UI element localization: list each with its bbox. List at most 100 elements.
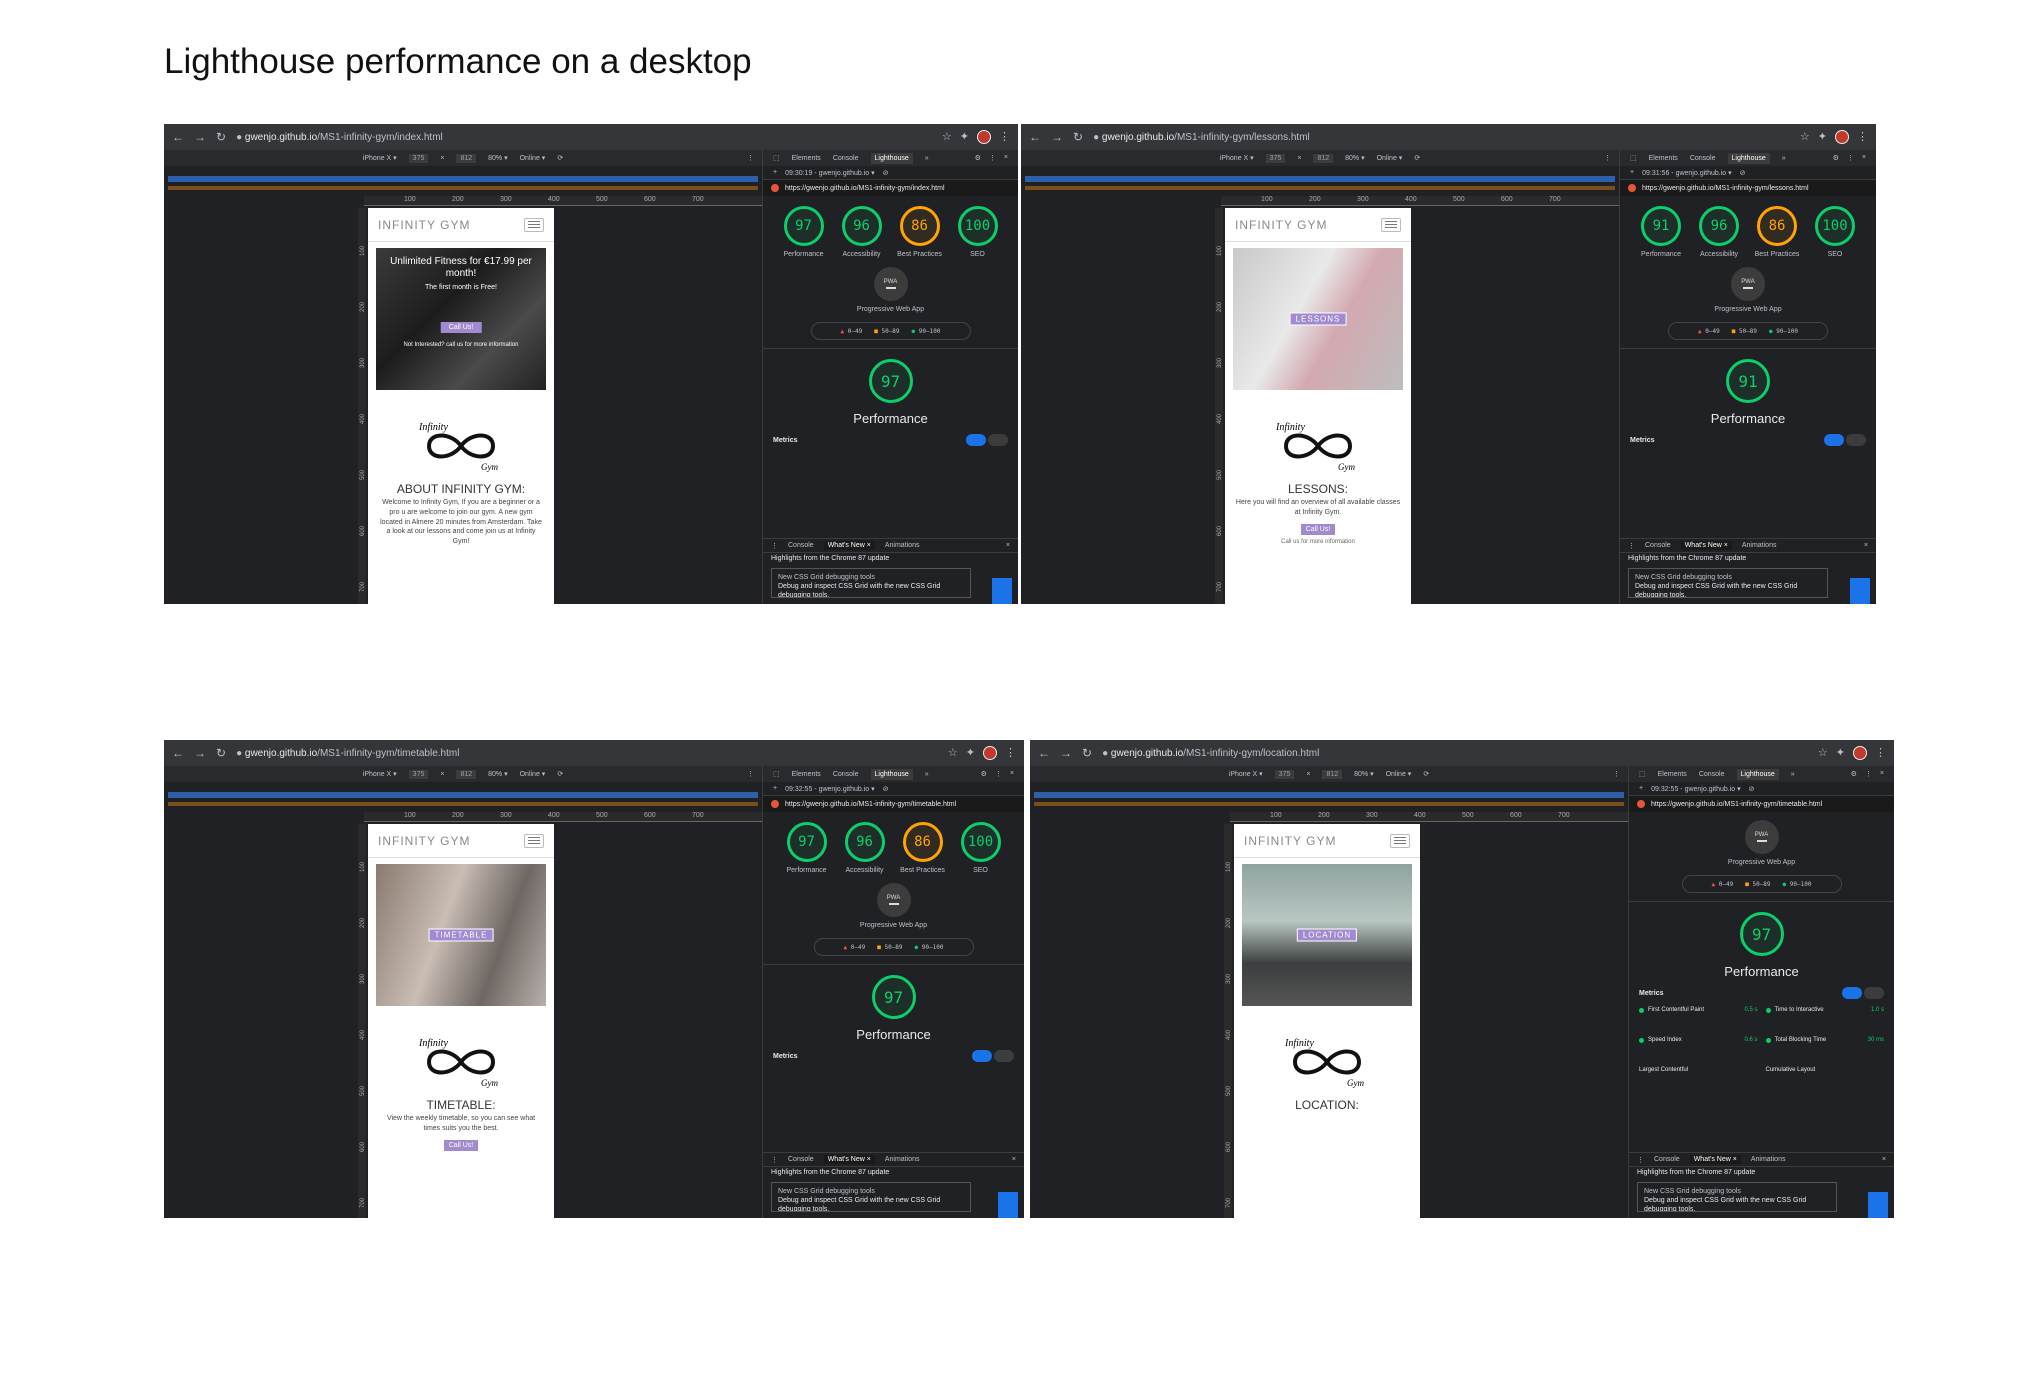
media-query-max-width[interactable] [1034, 792, 1624, 798]
gear-icon[interactable]: ⚙ [1851, 770, 1857, 778]
drawer-tab-console[interactable]: Console [1654, 1156, 1680, 1163]
width-input[interactable]: 375 [1274, 769, 1295, 779]
avatar[interactable] [1835, 130, 1849, 144]
feature-card[interactable]: New CSS Grid debugging tools Debug and in… [1628, 568, 1828, 598]
puzzle-icon[interactable]: ✦ [966, 746, 975, 760]
call-us-button[interactable]: Call Us! [1301, 523, 1335, 535]
drawer-tab-whats-new[interactable]: What's New × [1680, 541, 1732, 550]
feature-card[interactable]: New CSS Grid debugging tools Debug and in… [1637, 1182, 1837, 1212]
toggle-list-icon[interactable] [972, 1050, 992, 1063]
more-icon[interactable]: ⋮ [747, 770, 754, 778]
network-select[interactable]: Online ▾ [1377, 154, 1403, 162]
media-query-min-width[interactable] [168, 802, 758, 806]
tab-lighthouse[interactable]: Lighthouse [1727, 152, 1770, 164]
toggle-list-icon[interactable] [1824, 434, 1844, 447]
forward-icon[interactable]: → [194, 746, 206, 760]
tab-elements[interactable]: Elements [1649, 155, 1678, 162]
close-icon[interactable]: × [1010, 770, 1014, 778]
rotate-icon[interactable]: ⟳ [557, 154, 563, 162]
back-icon[interactable]: ← [172, 746, 184, 760]
network-select[interactable]: Online ▾ [520, 770, 546, 778]
clear-icon[interactable]: ⊘ [883, 169, 889, 177]
height-input[interactable]: 812 [1322, 769, 1343, 779]
toggle-detail-icon[interactable] [1864, 987, 1884, 1000]
rotate-icon[interactable]: ⟳ [557, 770, 563, 778]
device-select[interactable]: iPhone X ▾ [1229, 770, 1263, 778]
forward-icon[interactable]: → [194, 130, 206, 144]
close-icon[interactable]: × [1006, 542, 1010, 549]
star-icon[interactable]: ☆ [1800, 130, 1810, 144]
drawer-tab-whats-new[interactable]: What's New × [823, 541, 875, 550]
site-brand[interactable]: INFINITY GYM [378, 834, 470, 848]
tab-elements[interactable]: Elements [792, 771, 821, 778]
close-icon[interactable]: × [1864, 542, 1868, 549]
tab-console[interactable]: Console [833, 155, 859, 162]
reload-icon[interactable]: ↻ [1082, 746, 1092, 760]
feature-card[interactable]: New CSS Grid debugging tools Debug and in… [771, 1182, 971, 1212]
call-us-button[interactable]: Call Us! [444, 1139, 478, 1151]
gear-icon[interactable]: ⚙ [981, 770, 987, 778]
zoom-select[interactable]: 80% ▾ [488, 154, 507, 162]
run-select[interactable]: 09:31:56 - gwenjo.github.io ▾ [1642, 169, 1732, 177]
zoom-select[interactable]: 80% ▾ [1345, 154, 1364, 162]
gear-icon[interactable]: ⚙ [975, 154, 981, 162]
pwa-gauge[interactable]: PWA Progressive Web App [1620, 267, 1876, 314]
pwa-gauge[interactable]: PWA Progressive Web App [763, 267, 1018, 314]
add-icon[interactable]: + [1639, 785, 1643, 792]
drawer-tab-console[interactable]: Console [1645, 542, 1671, 549]
kebab-menu-icon[interactable]: ⋮ [1005, 746, 1016, 760]
hamburger-menu-icon[interactable] [1381, 217, 1401, 232]
site-brand[interactable]: INFINITY GYM [1235, 218, 1327, 232]
view-toggle[interactable] [1842, 987, 1884, 1000]
width-input[interactable]: 375 [408, 153, 429, 163]
close-icon[interactable]: × [1882, 1156, 1886, 1163]
device-select[interactable]: iPhone X ▾ [363, 770, 397, 778]
url-field[interactable]: ● gwenjo.github.io/MS1-infinity-gym/loca… [1102, 748, 1808, 759]
tab-console[interactable]: Console [1690, 155, 1716, 162]
tab-lighthouse[interactable]: Lighthouse [870, 768, 913, 780]
score-gauge[interactable]: 100 SEO [955, 206, 1001, 259]
drawer-tab-console[interactable]: Console [788, 542, 814, 549]
score-gauge[interactable]: 86 Best Practices [1754, 206, 1800, 259]
score-gauge[interactable]: 96 Accessibility [839, 206, 885, 259]
media-query-max-width[interactable] [1025, 176, 1615, 182]
url-field[interactable]: ● gwenjo.github.io/MS1-infinity-gym/inde… [236, 132, 932, 143]
close-icon[interactable]: × [1012, 1156, 1016, 1163]
back-icon[interactable]: ← [1038, 746, 1050, 760]
avatar[interactable] [1853, 746, 1867, 760]
pwa-gauge[interactable]: PWA Progressive Web App [763, 883, 1024, 930]
tab-elements[interactable]: Elements [1658, 771, 1687, 778]
zoom-select[interactable]: 80% ▾ [1354, 770, 1373, 778]
score-gauge[interactable]: 96 Accessibility [842, 822, 888, 875]
run-select[interactable]: 09:30:19 - gwenjo.github.io ▾ [785, 169, 875, 177]
star-icon[interactable]: ☆ [948, 746, 958, 760]
width-input[interactable]: 375 [408, 769, 429, 779]
score-gauge[interactable]: 100 SEO [958, 822, 1004, 875]
inspect-icon[interactable]: ⬚ [1639, 770, 1646, 778]
tab-console[interactable]: Console [1699, 771, 1725, 778]
kebab-menu-icon[interactable]: ⋮ [995, 770, 1002, 778]
toggle-list-icon[interactable] [1842, 987, 1862, 1000]
add-icon[interactable]: + [773, 785, 777, 792]
reload-icon[interactable]: ↻ [216, 746, 226, 760]
run-select[interactable]: 09:32:55 - gwenjo.github.io ▾ [785, 785, 875, 793]
height-input[interactable]: 812 [1313, 153, 1334, 163]
pwa-gauge[interactable]: PWA Progressive Web App [1629, 820, 1894, 867]
close-icon[interactable]: × [1862, 154, 1866, 162]
view-toggle[interactable] [966, 434, 1008, 447]
gear-icon[interactable]: ⚙ [1833, 154, 1839, 162]
toggle-detail-icon[interactable] [988, 434, 1008, 447]
star-icon[interactable]: ☆ [1818, 746, 1828, 760]
drawer-tab-animations[interactable]: Animations [885, 1156, 920, 1163]
drawer-tab-animations[interactable]: Animations [1751, 1156, 1786, 1163]
inspect-icon[interactable]: ⬚ [773, 770, 780, 778]
network-select[interactable]: Online ▾ [520, 154, 546, 162]
media-query-max-width[interactable] [168, 176, 758, 182]
more-icon[interactable]: ⋮ [1613, 770, 1620, 778]
site-brand[interactable]: INFINITY GYM [378, 218, 470, 232]
more-icon[interactable]: ⋮ [747, 154, 754, 162]
drawer-tab-animations[interactable]: Animations [885, 542, 920, 549]
url-field[interactable]: ● gwenjo.github.io/MS1-infinity-gym/less… [1093, 132, 1790, 143]
toggle-list-icon[interactable] [966, 434, 986, 447]
kebab-menu-icon[interactable]: ⋮ [1847, 154, 1854, 162]
